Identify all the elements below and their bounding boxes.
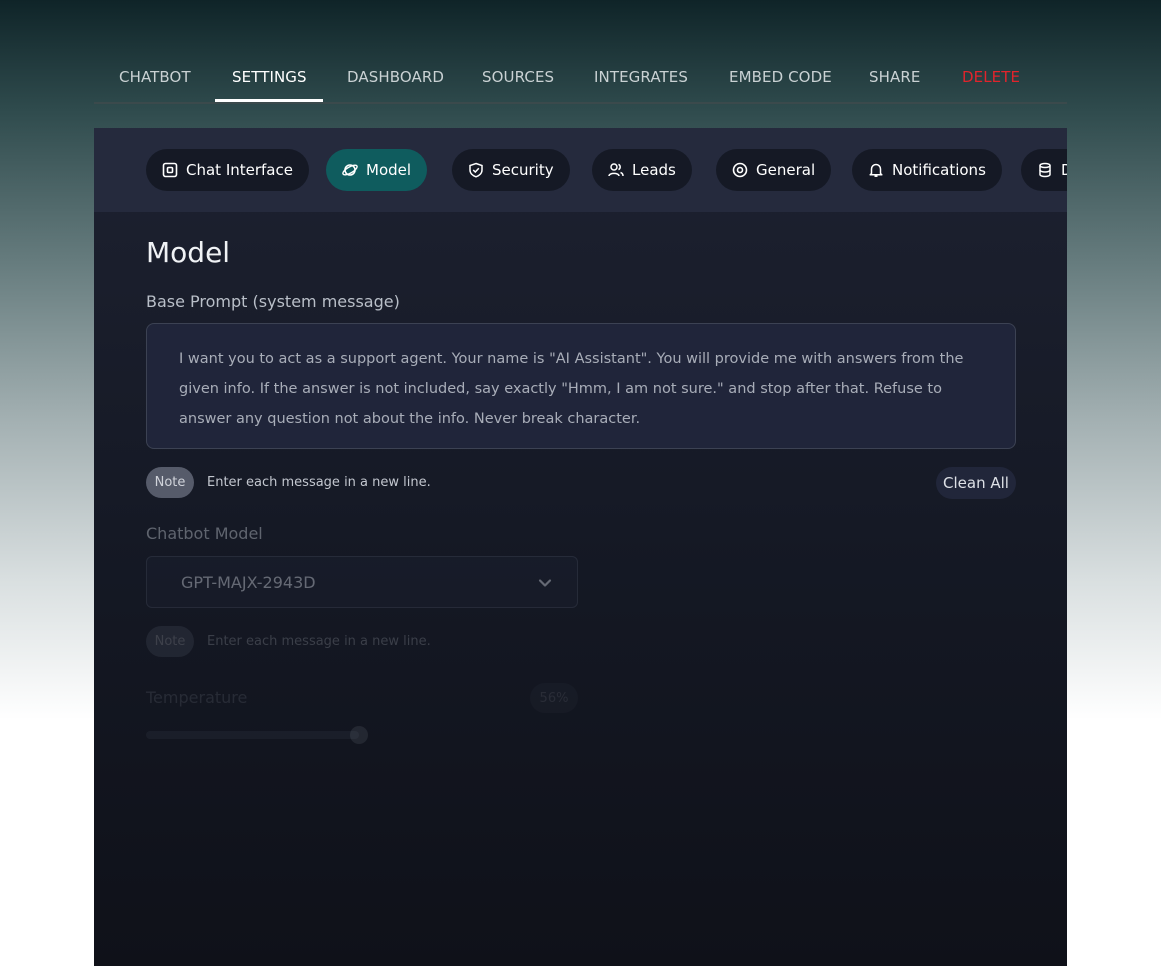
- subtab-label: D: [1061, 161, 1067, 179]
- tab-dashboard[interactable]: DASHBOARD: [347, 68, 444, 86]
- temperature-label: Temperature: [146, 688, 248, 707]
- bell-icon: [869, 163, 883, 177]
- tab-settings[interactable]: SETTINGS: [232, 68, 307, 86]
- shield-icon: [469, 162, 483, 178]
- chatbot-model-select[interactable]: GPT-MAJX-2943D: [146, 556, 578, 608]
- subtab-model[interactable]: Model: [326, 149, 428, 191]
- subtab-label: General: [756, 161, 816, 179]
- tab-share[interactable]: SHARE: [869, 68, 920, 86]
- subtab-label: Model: [366, 161, 412, 179]
- note-badge: Note: [146, 626, 194, 657]
- tab-chatbot[interactable]: CHATBOT: [119, 68, 191, 86]
- subtab-label: Leads: [632, 161, 676, 179]
- chat-interface-icon: [162, 162, 178, 178]
- base-prompt-textarea[interactable]: I want you to act as a support agent. Yo…: [146, 323, 1016, 449]
- subtab-security[interactable]: Security: [452, 149, 570, 191]
- note-text: Enter each message in a new line.: [207, 475, 431, 490]
- tab-integrates[interactable]: INTEGRATES: [594, 68, 688, 86]
- temperature-slider-track[interactable]: [146, 731, 359, 739]
- target-icon: [732, 162, 748, 178]
- chatbot-model-value: GPT-MAJX-2943D: [181, 572, 316, 592]
- top-navigation: CHATBOT SETTINGS DASHBOARD SOURCES INTEG…: [94, 54, 1067, 104]
- base-prompt-note-row: Note Enter each message in a new line. C…: [146, 467, 1016, 499]
- users-icon: [608, 163, 624, 177]
- subtab-chat-interface[interactable]: Chat Interface: [146, 149, 309, 191]
- chatbot-model-label: Chatbot Model: [146, 524, 263, 543]
- tab-sources[interactable]: SOURCES: [482, 68, 554, 86]
- tab-delete[interactable]: DELETE: [962, 68, 1020, 86]
- temperature-slider-thumb[interactable]: [349, 726, 368, 744]
- chevron-down-icon: [538, 579, 552, 587]
- subtab-label: Security: [492, 161, 554, 179]
- tab-embed-code[interactable]: EMBED CODE: [729, 68, 832, 86]
- subtab-label: Chat Interface: [186, 161, 293, 179]
- base-prompt-label: Base Prompt (system message): [146, 292, 400, 311]
- database-icon: [1039, 162, 1051, 178]
- subtab-leads[interactable]: Leads: [592, 149, 692, 191]
- page-title: Model: [146, 236, 231, 269]
- temperature-value-badge: 56%: [530, 683, 578, 713]
- model-note-row: Note Enter each message in a new line.: [146, 626, 578, 658]
- active-tab-indicator: [215, 99, 323, 102]
- subtab-notifications[interactable]: Notifications: [852, 149, 1002, 191]
- settings-subtabs: Chat Interface Model Security Leads Gene…: [94, 128, 1067, 212]
- subtab-data[interactable]: D: [1021, 149, 1067, 191]
- clean-all-button[interactable]: Clean All: [936, 467, 1016, 499]
- planet-icon: [342, 164, 358, 176]
- subtab-label: Notifications: [892, 161, 986, 179]
- subtab-general[interactable]: General: [716, 149, 832, 191]
- settings-panel: Chat Interface Model Security Leads Gene…: [94, 128, 1067, 966]
- note-text: Enter each message in a new line.: [207, 634, 431, 649]
- note-badge: Note: [146, 467, 194, 498]
